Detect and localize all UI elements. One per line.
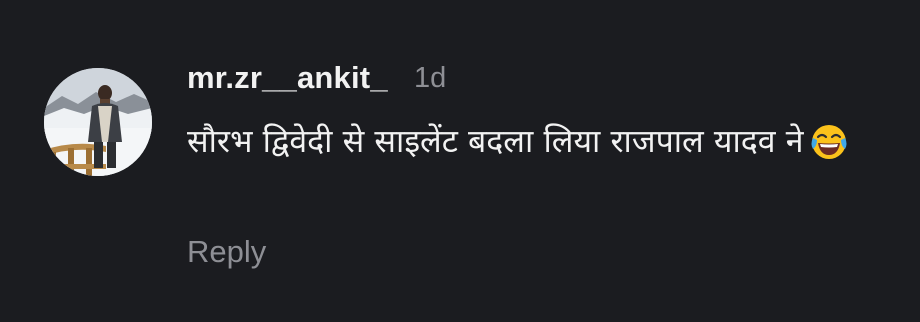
avatar-photo [44, 68, 152, 176]
face-with-tears-of-joy-icon [809, 122, 849, 179]
username[interactable]: mr.zr__ankit_ [187, 60, 388, 96]
avatar[interactable] [44, 68, 152, 176]
comment-text-block: सौरभ द्विवेदी से साइलेंट बदला लिया राजपा… [187, 113, 877, 179]
timestamp: 1d [414, 62, 447, 94]
comment-text: सौरभ द्विवेदी से साइलेंट बदला लिया राजपा… [187, 122, 804, 160]
comment-item: mr.zr__ankit_ 1d सौरभ द्विवेदी से साइलें… [0, 0, 920, 322]
reply-button[interactable]: Reply [187, 234, 266, 270]
